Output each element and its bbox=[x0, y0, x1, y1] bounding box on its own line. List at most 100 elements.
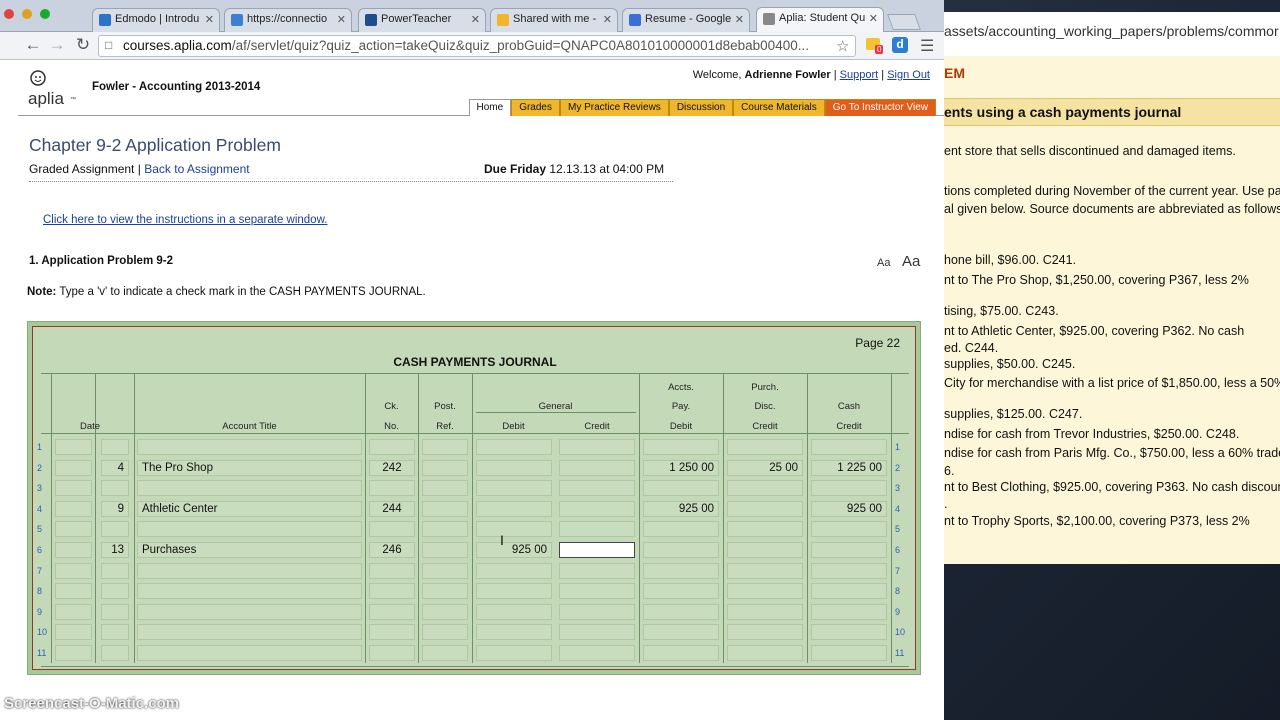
month-cell[interactable] bbox=[55, 645, 92, 661]
accts-pay-debit-cell[interactable] bbox=[643, 624, 719, 641]
accts-pay-debit-cell[interactable] bbox=[643, 439, 719, 455]
month-cell[interactable] bbox=[55, 542, 92, 558]
general-credit-cell[interactable] bbox=[559, 645, 635, 661]
day-cell[interactable] bbox=[101, 480, 129, 497]
tab-close-icon[interactable]: ✕ bbox=[471, 13, 480, 26]
forward-arrow-icon[interactable]: → bbox=[46, 35, 68, 55]
tab-close-icon[interactable]: ✕ bbox=[735, 13, 744, 26]
account-title-cell[interactable]: Purchases bbox=[137, 542, 362, 558]
general-debit-cell[interactable] bbox=[476, 624, 552, 641]
general-debit-cell[interactable] bbox=[476, 480, 552, 497]
cash-credit-cell[interactable]: 1 225 00 bbox=[811, 459, 887, 476]
font-larger-button[interactable]: Aa bbox=[902, 253, 920, 270]
browser-tab[interactable]: Edmodo | Introdu ✕ bbox=[92, 8, 220, 32]
post-ref-cell[interactable] bbox=[422, 645, 468, 661]
account-title-cell[interactable]: The Pro Shop bbox=[137, 459, 362, 476]
general-credit-cell[interactable] bbox=[559, 439, 635, 455]
check-number-cell[interactable] bbox=[369, 521, 415, 538]
cash-credit-cell[interactable] bbox=[811, 480, 887, 497]
nav-tab-discussion[interactable]: Discussion bbox=[668, 99, 734, 116]
day-cell[interactable] bbox=[101, 439, 129, 455]
cash-credit-cell[interactable] bbox=[811, 562, 887, 579]
tab-close-icon[interactable]: ✕ bbox=[869, 12, 878, 25]
instructions-link[interactable]: Click here to view the instructions in a… bbox=[43, 214, 327, 226]
accts-pay-debit-cell[interactable] bbox=[643, 603, 719, 620]
day-cell[interactable] bbox=[101, 645, 129, 661]
cash-credit-cell[interactable] bbox=[811, 645, 887, 661]
tab-close-icon[interactable]: ✕ bbox=[205, 13, 214, 26]
general-debit-cell[interactable] bbox=[476, 521, 552, 538]
general-debit-cell[interactable] bbox=[476, 439, 552, 455]
cash-credit-cell[interactable] bbox=[811, 439, 887, 455]
account-title-cell[interactable] bbox=[137, 583, 362, 600]
browser-tab[interactable]: Resume - Google ✕ bbox=[622, 8, 750, 32]
month-cell[interactable] bbox=[55, 624, 92, 641]
back-arrow-icon[interactable]: ← bbox=[22, 35, 44, 55]
new-tab-button[interactable] bbox=[887, 14, 921, 30]
nav-tab-instructor-view[interactable]: Go To Instructor View bbox=[824, 99, 936, 116]
general-debit-cell[interactable]: 925 00 bbox=[476, 542, 552, 558]
check-number-cell[interactable]: 242 bbox=[369, 459, 415, 476]
purch-disc-credit-cell[interactable] bbox=[727, 542, 803, 558]
check-number-cell[interactable] bbox=[369, 439, 415, 455]
menu-icon[interactable]: ☰ bbox=[920, 36, 934, 56]
month-cell[interactable] bbox=[55, 500, 92, 517]
browser-tab[interactable]: Aplia: Student Qu ✕ bbox=[756, 7, 884, 33]
check-number-cell[interactable]: 244 bbox=[369, 500, 415, 517]
back-to-assignment-link[interactable]: Back to Assignment bbox=[144, 162, 249, 176]
purch-disc-credit-cell[interactable] bbox=[727, 521, 803, 538]
accts-pay-debit-cell[interactable] bbox=[643, 645, 719, 661]
purch-disc-credit-cell[interactable] bbox=[727, 480, 803, 497]
accts-pay-debit-cell[interactable] bbox=[643, 542, 719, 558]
post-ref-cell[interactable] bbox=[422, 583, 468, 600]
close-window-icon[interactable] bbox=[4, 9, 14, 19]
nav-tab-grades[interactable]: Grades bbox=[511, 99, 560, 116]
accts-pay-debit-cell[interactable] bbox=[643, 480, 719, 497]
account-title-cell[interactable] bbox=[137, 603, 362, 620]
general-debit-cell[interactable] bbox=[476, 603, 552, 620]
account-title-cell[interactable] bbox=[137, 439, 362, 455]
day-cell[interactable]: 9 bbox=[101, 500, 129, 517]
cash-credit-cell[interactable]: 925 00 bbox=[811, 500, 887, 517]
general-credit-cell[interactable] bbox=[559, 521, 635, 538]
general-credit-cell[interactable] bbox=[559, 624, 635, 641]
tab-close-icon[interactable]: ✕ bbox=[337, 13, 346, 26]
purch-disc-credit-cell[interactable] bbox=[727, 645, 803, 661]
address-bar[interactable]: □ courses.aplia.com/af/servlet/quiz?quiz… bbox=[98, 35, 856, 57]
purch-disc-credit-cell[interactable] bbox=[727, 500, 803, 517]
font-smaller-button[interactable]: Aa bbox=[877, 257, 890, 269]
general-debit-cell[interactable] bbox=[476, 562, 552, 579]
check-number-cell[interactable] bbox=[369, 583, 415, 600]
cash-credit-cell[interactable] bbox=[811, 624, 887, 641]
purch-disc-credit-cell[interactable] bbox=[727, 624, 803, 641]
background-window[interactable]: assets/accounting_working_papers/problem… bbox=[944, 12, 1280, 564]
cash-credit-cell[interactable] bbox=[811, 521, 887, 538]
day-cell[interactable] bbox=[101, 521, 129, 538]
browser-tab[interactable]: PowerTeacher ✕ bbox=[358, 8, 486, 32]
account-title-cell[interactable] bbox=[137, 562, 362, 579]
support-link[interactable]: Support bbox=[840, 69, 879, 81]
check-number-cell[interactable]: 246 bbox=[369, 542, 415, 558]
month-cell[interactable] bbox=[55, 521, 92, 538]
month-cell[interactable] bbox=[55, 583, 92, 600]
check-number-cell[interactable] bbox=[369, 624, 415, 641]
month-cell[interactable] bbox=[55, 603, 92, 620]
month-cell[interactable] bbox=[55, 562, 92, 579]
general-credit-cell[interactable] bbox=[559, 480, 635, 497]
cash-credit-cell[interactable] bbox=[811, 542, 887, 558]
accts-pay-debit-cell[interactable]: 925 00 bbox=[643, 500, 719, 517]
folder-extension-icon[interactable]: 0 bbox=[866, 38, 884, 54]
general-debit-cell[interactable] bbox=[476, 459, 552, 476]
month-cell[interactable] bbox=[55, 480, 92, 497]
day-cell[interactable]: 13 bbox=[101, 542, 129, 558]
post-ref-cell[interactable] bbox=[422, 562, 468, 579]
minimize-window-icon[interactable] bbox=[22, 9, 32, 19]
post-ref-cell[interactable] bbox=[422, 521, 468, 538]
zoom-window-icon[interactable] bbox=[40, 9, 50, 19]
account-title-cell[interactable]: Athletic Center bbox=[137, 500, 362, 517]
general-credit-cell[interactable] bbox=[559, 542, 635, 558]
post-ref-cell[interactable] bbox=[422, 439, 468, 455]
general-debit-cell[interactable] bbox=[476, 583, 552, 600]
check-number-cell[interactable] bbox=[369, 562, 415, 579]
month-cell[interactable] bbox=[55, 459, 92, 476]
